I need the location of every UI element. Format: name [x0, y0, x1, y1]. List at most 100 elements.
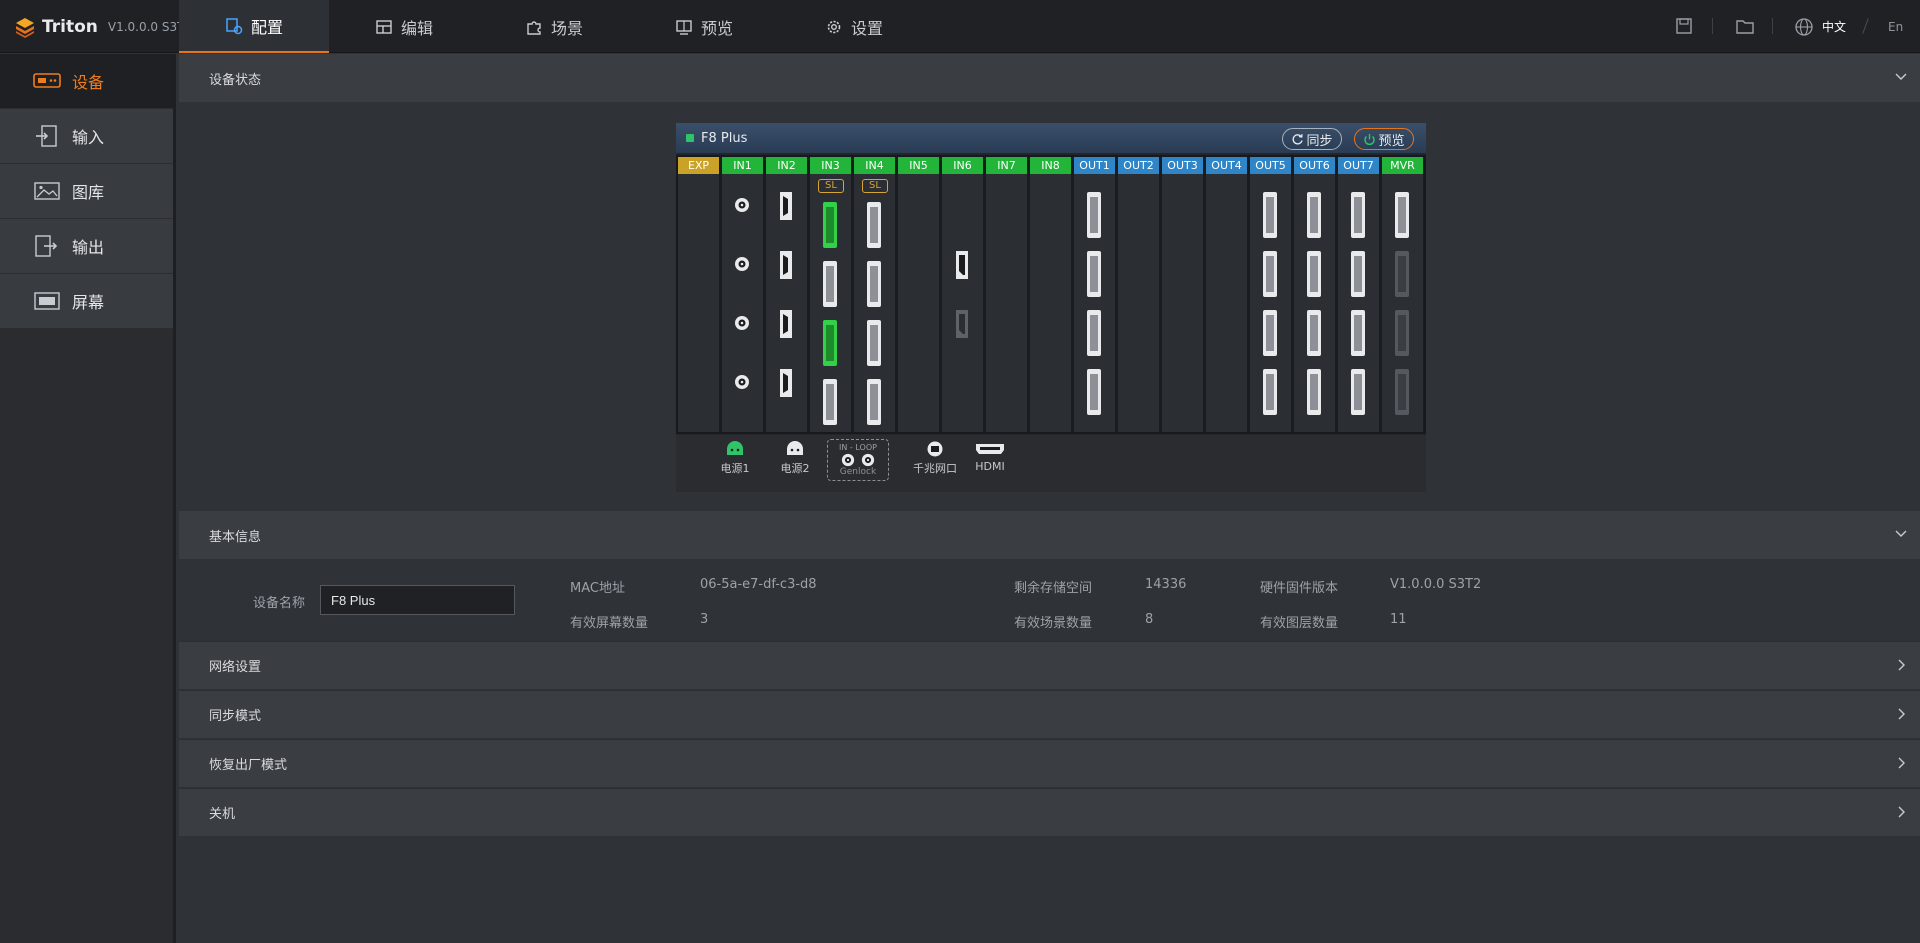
globe-icon	[1795, 17, 1813, 36]
slot-label: OUT3	[1162, 157, 1203, 174]
tab-scene[interactable]: 场景	[525, 0, 583, 53]
slot-out5[interactable]: OUT5	[1250, 157, 1291, 432]
section-title: 基本信息	[209, 529, 262, 545]
power1-status: 电源1	[715, 441, 755, 476]
ethernet-status: 千兆网口	[907, 441, 963, 476]
hdmi-port-icon	[780, 251, 792, 279]
device-icon	[33, 73, 61, 88]
layers-label: 有效图层数量	[1260, 616, 1339, 631]
hdmi-port-icon	[780, 310, 792, 338]
slot-label: OUT5	[1250, 157, 1291, 174]
hdmi-port-icon	[780, 192, 792, 220]
chevron-down-icon	[1895, 73, 1907, 80]
bnc-port-icon	[735, 316, 749, 330]
slot-in5[interactable]: IN5	[898, 157, 939, 432]
app-logo: Triton V1.0.0.0 S3T2	[14, 0, 192, 53]
slot-out4[interactable]: OUT4	[1206, 157, 1247, 432]
slot-in7[interactable]: IN7	[986, 157, 1027, 432]
firmware-label: 硬件固件版本	[1260, 581, 1339, 596]
dvi-port-icon	[1351, 251, 1365, 297]
scenes-value: 8	[1145, 612, 1154, 627]
slot-in6[interactable]: IN6	[942, 157, 983, 432]
bnc-port-icon	[735, 257, 749, 271]
section-basic-info[interactable]: 基本信息	[179, 511, 1920, 559]
screens-value: 3	[700, 612, 709, 627]
section-title: 恢复出厂模式	[209, 758, 288, 773]
sidebar-item-screen[interactable]: 屏幕	[0, 274, 173, 329]
folder-icon[interactable]	[1735, 16, 1755, 36]
slot-label: OUT6	[1294, 157, 1335, 174]
section-factory-reset[interactable]: 恢复出厂模式	[179, 739, 1920, 787]
lang-chinese[interactable]: 中文	[1822, 18, 1846, 35]
slot-in3[interactable]: IN3 SL	[810, 157, 851, 432]
dvi-port-icon	[823, 379, 837, 425]
section-device-status[interactable]: 设备状态	[179, 54, 1920, 102]
divider	[1772, 18, 1773, 34]
tab-preview[interactable]: 预览	[675, 0, 733, 53]
gallery-icon	[34, 182, 60, 200]
tab-config[interactable]: 配置	[179, 0, 329, 53]
sidebar-item-input[interactable]: 输入	[0, 109, 173, 164]
slot-mvr[interactable]: MVR	[1382, 157, 1423, 432]
preview-button[interactable]: 预览	[1354, 128, 1414, 150]
save-icon[interactable]	[1674, 16, 1694, 36]
power-icon	[1364, 133, 1376, 145]
power2-status: 电源2	[775, 441, 815, 476]
input-icon	[36, 125, 57, 147]
slot-out6[interactable]: OUT6	[1294, 157, 1335, 432]
slot-in1[interactable]: IN1	[722, 157, 763, 432]
scene-puzzle-icon	[527, 20, 541, 35]
slot-exp[interactable]: EXP	[678, 157, 719, 432]
sidebar-item-label: 输入	[72, 128, 105, 147]
refresh-icon	[1293, 133, 1304, 144]
sidebar-item-device[interactable]: 设备	[0, 54, 173, 109]
divider	[1712, 18, 1713, 34]
language-switcher[interactable]: 中文	[1794, 0, 1846, 53]
slot-out7[interactable]: OUT7	[1338, 157, 1379, 432]
sidebar-item-output[interactable]: 输出	[0, 219, 173, 274]
screen-icon	[34, 292, 60, 310]
genlock-group: IN - LOOP Genlock	[827, 439, 889, 481]
basic-info-panel: 设备名称 MAC地址 06-5a-e7-df-c3-d8 有效屏幕数量 3 剩余…	[179, 559, 1920, 639]
bnc-port-icon	[735, 198, 749, 212]
ethernet-port-icon	[927, 441, 943, 457]
slot-label: IN4	[854, 157, 895, 174]
device-name-input[interactable]	[320, 585, 515, 615]
mac-label: MAC地址	[570, 581, 625, 596]
main-content: 设备状态 F8 Plus 同步 预览 EXP IN1 IN2 IN3 SL IN…	[179, 54, 1920, 943]
section-title: 同步模式	[209, 709, 262, 724]
firmware-value: V1.0.0.0 S3T2	[1390, 577, 1482, 592]
dvi-port-inactive-icon	[1395, 310, 1409, 356]
tab-edit[interactable]: 编辑	[375, 0, 433, 53]
dvi-port-active-icon	[823, 202, 837, 248]
sync-button[interactable]: 同步	[1282, 128, 1342, 150]
slot-out2[interactable]: OUT2	[1118, 157, 1159, 432]
sync-label: 同步	[1306, 133, 1333, 149]
section-sync-mode[interactable]: 同步模式	[179, 690, 1920, 738]
slot-out1[interactable]: OUT1	[1074, 157, 1115, 432]
slot-label: OUT4	[1206, 157, 1247, 174]
sidebar: 设备 输入 图库 输出 屏幕	[0, 54, 176, 943]
slot-label: OUT1	[1074, 157, 1115, 174]
section-network[interactable]: 网络设置	[179, 641, 1920, 689]
dvi-port-icon	[1087, 310, 1101, 356]
section-title: 设备状态	[209, 72, 262, 88]
tab-preview-label: 预览	[701, 18, 734, 38]
top-bar: Triton V1.0.0.0 S3T2 配置 编辑 场景 预览 设置 中文 E…	[0, 0, 1920, 53]
slot-in2[interactable]: IN2	[766, 157, 807, 432]
slot-label: IN1	[722, 157, 763, 174]
loop-label: IN - LOOP	[837, 443, 879, 452]
lang-english[interactable]: En	[1888, 0, 1903, 53]
sidebar-item-label: 设备	[72, 73, 105, 92]
slot-in8[interactable]: IN8	[1030, 157, 1071, 432]
ethernet-label: 千兆网口	[913, 462, 957, 475]
hdmi-status: HDMI	[970, 441, 1010, 473]
sidebar-item-gallery[interactable]: 图库	[0, 164, 173, 219]
slot-out3[interactable]: OUT3	[1162, 157, 1203, 432]
tab-settings[interactable]: 设置	[825, 0, 883, 53]
slot-in4[interactable]: IN4 SL	[854, 157, 895, 432]
dvi-port-icon	[1307, 192, 1321, 238]
section-shutdown[interactable]: 关机	[179, 788, 1920, 836]
dvi-port-icon	[1351, 369, 1365, 415]
chevron-right-icon	[1898, 806, 1905, 818]
